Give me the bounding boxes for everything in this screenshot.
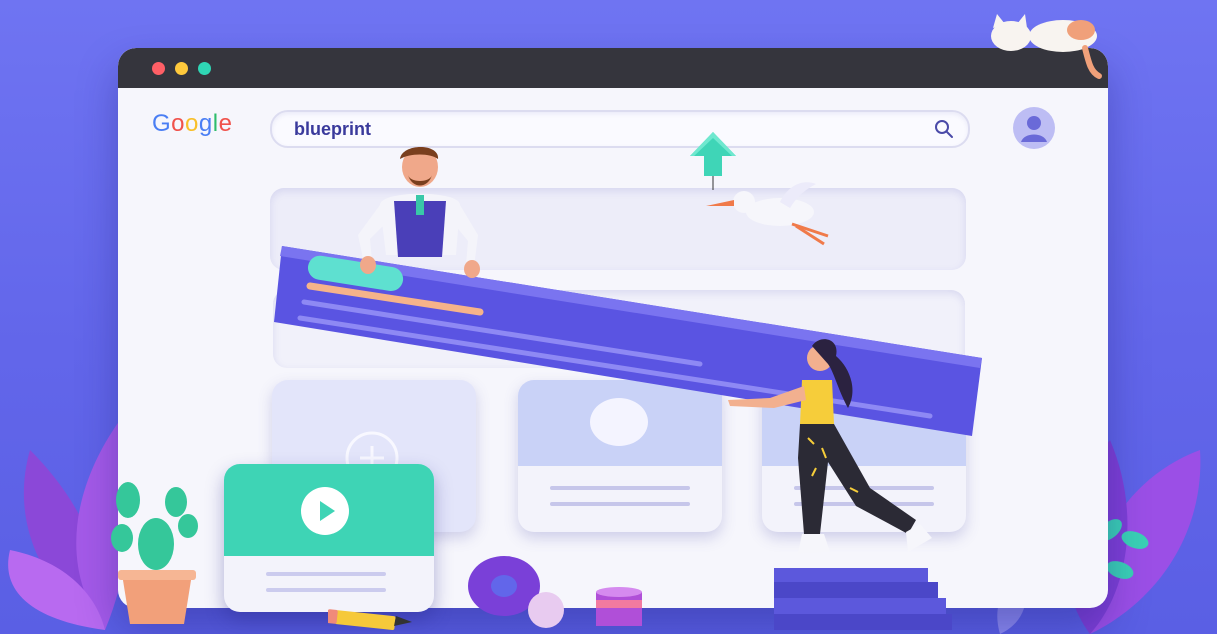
- stairs-icon: [774, 568, 952, 630]
- woman-figure-icon: [728, 339, 932, 554]
- text-line: [550, 502, 690, 506]
- play-button-icon[interactable]: [296, 482, 354, 540]
- text-line: [550, 486, 690, 490]
- stork-bird-icon: [706, 182, 829, 246]
- browser-titlebar: [118, 48, 1108, 88]
- search-icon[interactable]: [934, 119, 954, 139]
- logo-letter: G: [152, 110, 172, 137]
- text-line: [266, 572, 386, 576]
- man-figure-icon: [358, 147, 480, 278]
- minimize-window-button[interactable]: [175, 62, 188, 75]
- search-bar[interactable]: blueprint: [270, 110, 970, 148]
- ball-icon: [528, 592, 564, 628]
- cylinder-icon: [596, 587, 642, 626]
- logo-letter: o: [185, 110, 199, 137]
- logo-letter: e: [218, 110, 233, 137]
- search-input[interactable]: blueprint: [294, 119, 371, 140]
- illustration-scene: Google blueprint: [0, 0, 1217, 634]
- cat-icon: [991, 14, 1102, 79]
- user-avatar-icon[interactable]: [1012, 106, 1056, 150]
- logo-letter: o: [171, 110, 186, 137]
- cactus-icon: [111, 482, 198, 624]
- logo-letter: g: [198, 110, 213, 137]
- google-logo[interactable]: Google: [152, 110, 232, 138]
- maximize-window-button[interactable]: [198, 62, 211, 75]
- pencil-icon: [328, 609, 412, 630]
- text-line: [266, 588, 386, 592]
- close-window-button[interactable]: [152, 62, 165, 75]
- video-card: [224, 464, 434, 612]
